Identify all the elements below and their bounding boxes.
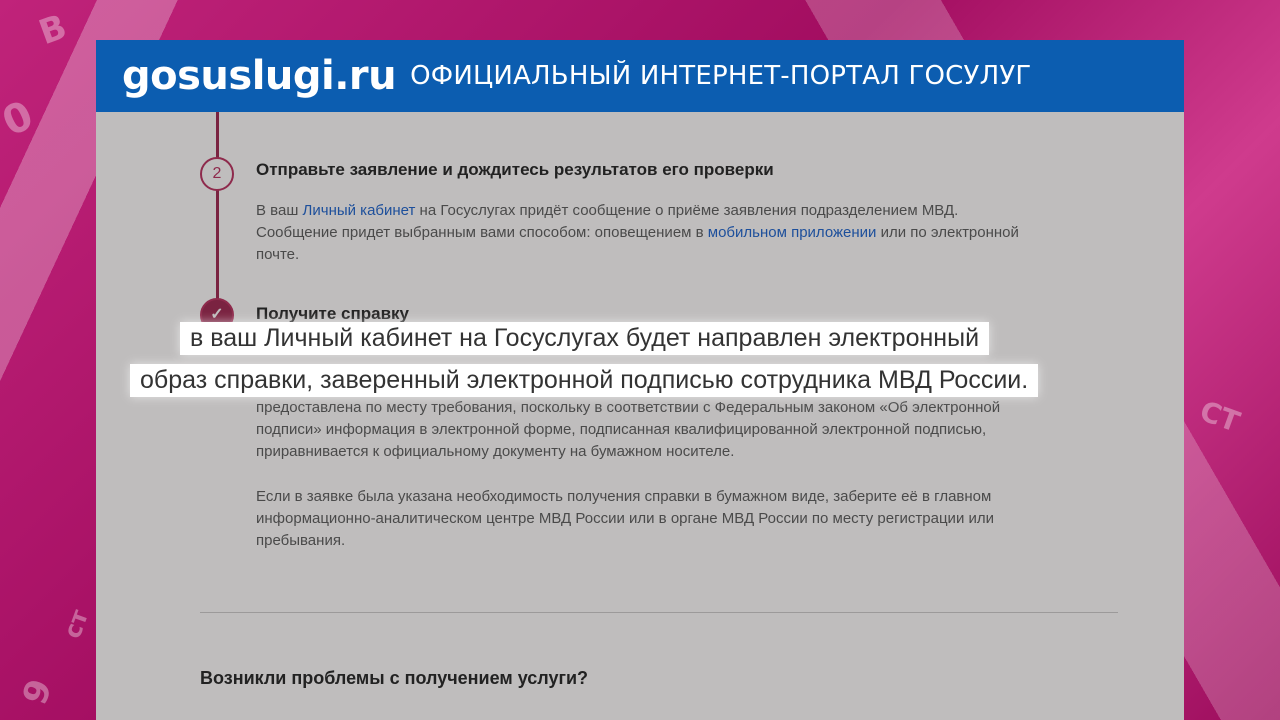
step-2-text: В ваш Личный кабинет на Госуслугах придё… [256,202,1019,263]
caption-line-1: в ваш Личный кабинет на Госуслугах будет… [180,322,990,355]
step-3-paper-text: Если в заявке была указана необходимость… [256,488,994,549]
problems-heading[interactable]: Возникли проблемы с получением услуги? [200,668,588,689]
site-header: gosuslugi.ru ОФИЦИАЛЬНЫЙ ИНТЕРНЕТ-ПОРТАЛ… [96,40,1184,112]
site-logo[interactable]: gosuslugi.ru [122,53,397,99]
step-2-title: Отправьте заявление и дождитесь результа… [256,160,774,179]
step-2-number: 2 [200,157,234,191]
personal-cabinet-link[interactable]: Личный кабинет [303,202,416,219]
mobile-app-link[interactable]: мобильном приложении [708,224,877,241]
step-3-text: предоставлена по месту требования, поско… [256,399,1001,460]
timeline-line [216,112,219,322]
section-divider [200,612,1118,613]
site-subtitle: ОФИЦИАЛЬНЫЙ ИНТЕРНЕТ-ПОРТАЛ ГОСУЛУГ [410,61,1032,91]
caption-line-2: образ справки, заверенный электронной по… [130,364,1039,397]
step-3-title: Получите справку [256,304,410,323]
